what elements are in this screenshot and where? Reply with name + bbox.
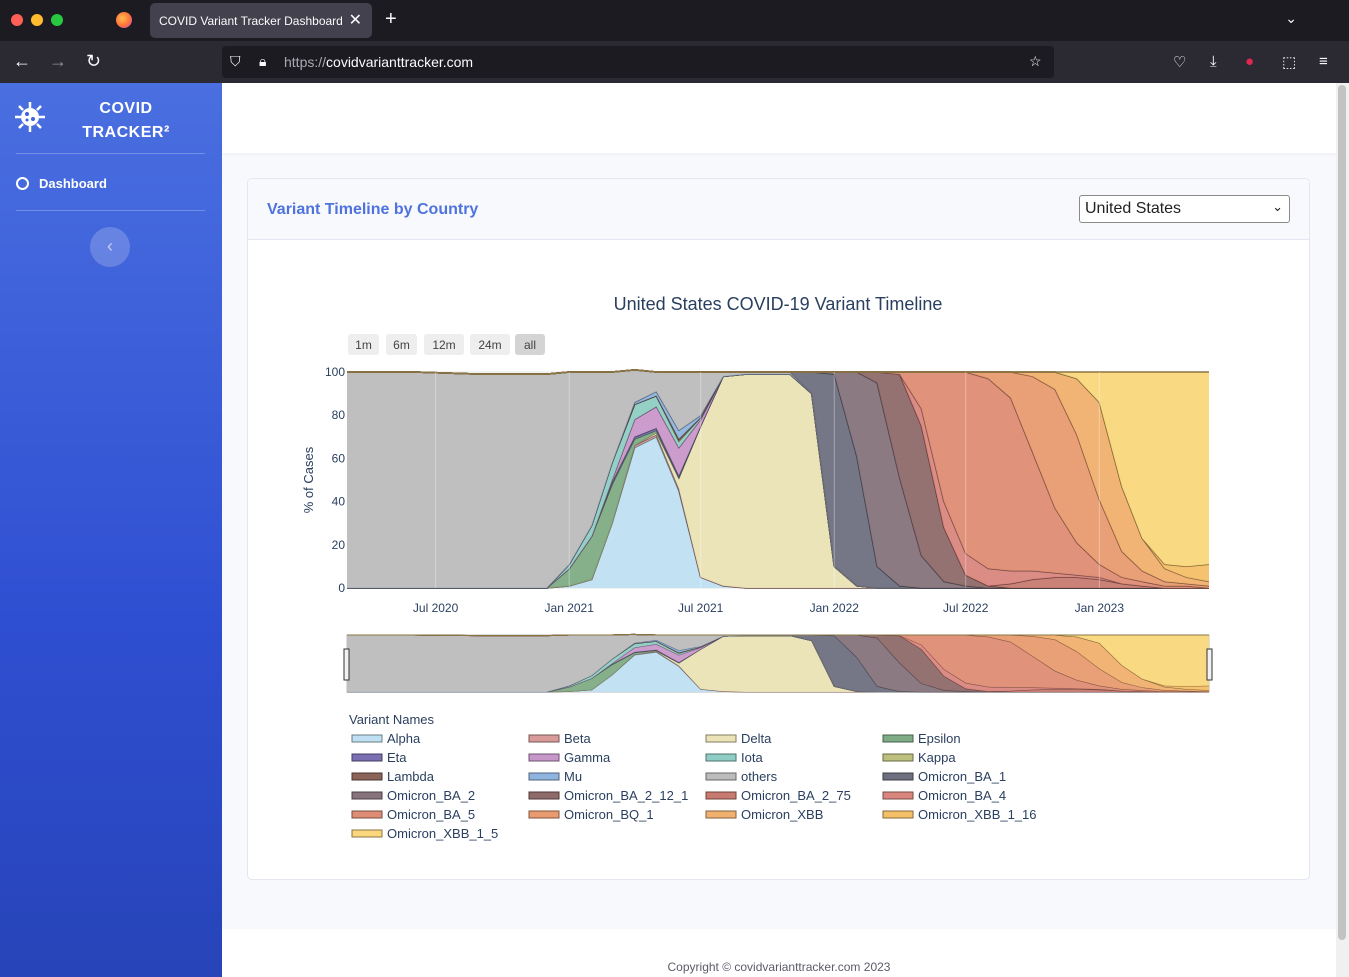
close-icon[interactable]: ✕ [349,10,362,30]
legend-label[interactable]: Omicron_BA_5 [387,807,475,822]
nav-toolbar: ← → ↻ ⛉ 🔒︎ https://covidvarianttracker.c… [0,41,1349,83]
legend-swatch-Gamma[interactable] [528,753,560,762]
range-slider-handle-left[interactable] [343,648,350,681]
legend-swatch-Epsilon[interactable] [882,734,914,743]
x-tick-label: Jul 2021 [678,601,724,615]
legend-label[interactable]: others [741,769,778,784]
legend-swatch-Omicron_XBB[interactable] [705,810,737,819]
legend-label[interactable]: Eta [387,750,407,765]
legend-swatch-Omicron_BA_2_75[interactable] [705,791,737,800]
y-tick-label: 0 [338,581,345,595]
bookmark-star-icon[interactable]: ☆ [1029,53,1042,70]
x-tick-label: Jan 2022 [810,601,860,615]
legend-swatch-Alpha[interactable] [351,734,383,743]
tab-title: COVID Variant Tracker Dashboard [159,14,343,28]
legend-swatch-Omicron_BA_1[interactable] [882,772,914,781]
legend-swatch-others[interactable] [705,772,737,781]
y-tick-label: 60 [332,451,346,465]
footer: Copyright © covidvarianttracker.com 2023 [222,929,1336,977]
scrollbar[interactable] [1336,83,1349,977]
legend-label[interactable]: Omicron_XBB_1_16 [918,807,1037,822]
url-bar[interactable]: ⛉ 🔒︎ https://covidvarianttracker.com ☆ [222,46,1054,78]
download-icon[interactable]: ⤓ [1210,53,1217,70]
url-text[interactable]: https://covidvarianttracker.com [284,54,473,70]
legend-swatch-Lambda[interactable] [351,772,383,781]
legend-label[interactable]: Gamma [564,750,611,765]
legend-swatch-Beta[interactable] [528,734,560,743]
browser-window: COVID Variant Tracker Dashboard ✕ + ⌄ ← … [0,0,1349,977]
extension-block-icon[interactable]: ● [1245,53,1254,70]
lock-icon[interactable]: 🔒︎ [259,53,266,70]
legend-label[interactable]: Lambda [387,769,435,784]
legend-label[interactable]: Omicron_XBB [741,807,823,822]
scrollbar-thumb[interactable] [1338,85,1346,940]
tab-active[interactable]: COVID Variant Tracker Dashboard ✕ [150,3,372,38]
legend-label[interactable]: Omicron_BA_2 [387,788,475,803]
copyright-text: Copyright © covidvarianttracker.com 2023 [667,960,891,974]
legend-swatch-Omicron_BA_2_12_1[interactable] [528,791,560,800]
y-tick-label: 80 [332,408,346,422]
range-button-label[interactable]: 12m [432,338,455,352]
legend-label[interactable]: Delta [741,731,772,746]
legend-swatch-Omicron_BA_2[interactable] [351,791,383,800]
y-tick-label: 40 [332,495,346,509]
range-slider-handle-right[interactable] [1206,648,1213,681]
legend-swatch-Mu[interactable] [528,772,560,781]
legend-label[interactable]: Omicron_BA_2_75 [741,788,851,803]
chart-title: United States COVID-19 Variant Timeline [614,294,943,314]
menu-icon[interactable]: ≡ [1319,53,1328,70]
x-tick-label: Jan 2021 [545,601,595,615]
legend-swatch-Omicron_BA_5[interactable] [351,810,383,819]
x-tick-label: Jul 2020 [413,601,459,615]
legend-swatch-Omicron_XBB_1_16[interactable] [882,810,914,819]
forward-icon[interactable]: → [49,51,67,72]
tab-strip: COVID Variant Tracker Dashboard ✕ + ⌄ [0,0,1349,41]
zoom-window-button[interactable] [51,14,63,26]
legend-label[interactable]: Omicron_BA_2_12_1 [564,788,688,803]
range-button-label[interactable]: all [524,338,536,352]
shield-icon[interactable]: ⛉ [230,53,241,70]
new-tab-button[interactable]: + [385,8,397,31]
legend-swatch-Eta[interactable] [351,753,383,762]
legend-swatch-Delta[interactable] [705,734,737,743]
legend-swatch-Kappa[interactable] [882,753,914,762]
legend-label[interactable]: Kappa [918,750,956,765]
x-tick-label: Jan 2023 [1075,601,1125,615]
range-button-label[interactable]: 24m [478,338,501,352]
legend-label[interactable]: Epsilon [918,731,961,746]
close-window-button[interactable] [11,14,23,26]
reload-icon[interactable]: ↻ [86,51,101,72]
legend-label[interactable]: Omicron_BA_4 [918,788,1006,803]
x-tick-label: Jul 2022 [943,601,989,615]
y-tick-label: 20 [332,538,346,552]
legend-swatch-Iota[interactable] [705,753,737,762]
pocket-icon[interactable]: ♡ [1173,53,1186,71]
back-icon[interactable]: ← [13,51,31,72]
legend-swatch-Omicron_BA_4[interactable] [882,791,914,800]
chevron-down-icon[interactable]: ⌄ [1285,10,1297,27]
legend-title: Variant Names [349,712,435,727]
page-viewport: COVID TRACKER² Dashboard ‹ Variant Timel… [0,83,1349,977]
legend-label[interactable]: Iota [741,750,763,765]
legend-label[interactable]: Omicron_XBB_1_5 [387,826,498,841]
y-axis-label: % of Cases [301,446,316,513]
legend-label[interactable]: Beta [564,731,592,746]
legend-label[interactable]: Omicron_BA_1 [918,769,1006,784]
legend-label[interactable]: Alpha [387,731,421,746]
extensions-icon[interactable]: ⬚ [1282,53,1296,71]
minimize-window-button[interactable] [31,14,43,26]
firefox-icon [116,12,132,28]
range-button-label[interactable]: 1m [355,338,372,352]
legend-label[interactable]: Omicron_BQ_1 [564,807,654,822]
legend-swatch-Omicron_XBB_1_5[interactable] [351,829,383,838]
range-button-label[interactable]: 6m [393,338,410,352]
y-tick-label: 100 [325,365,345,379]
legend-swatch-Omicron_BQ_1[interactable] [528,810,560,819]
variant-timeline-chart[interactable]: United States COVID-19 Variant Timeline 1… [0,83,1336,977]
legend-label[interactable]: Mu [564,769,582,784]
